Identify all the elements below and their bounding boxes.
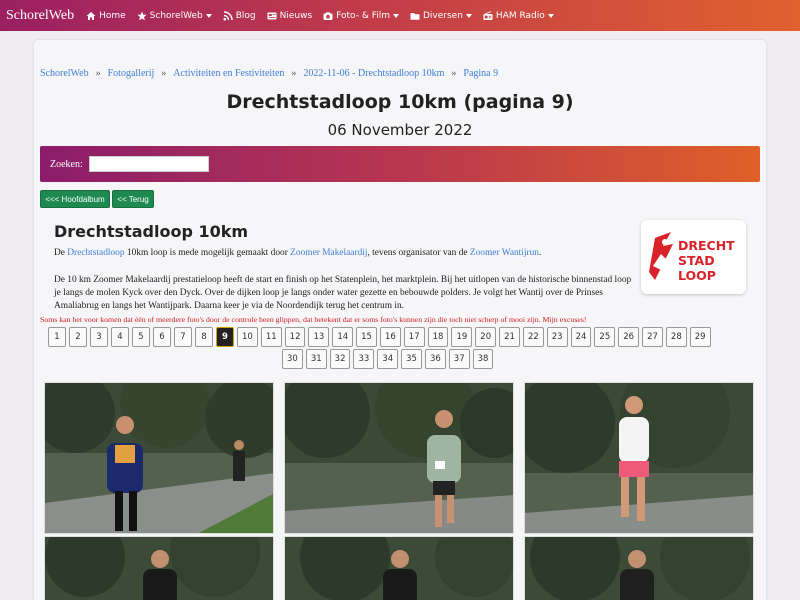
page-button-4[interactable]: 4 [111, 327, 129, 347]
page-button-38[interactable]: 38 [472, 349, 494, 369]
home-icon [86, 11, 96, 20]
page-button-26[interactable]: 26 [618, 327, 640, 347]
newspaper-icon [267, 12, 277, 19]
nav-schorelweb-dropdown[interactable]: SchorelWeb [137, 11, 212, 21]
search-bar: Zoeken: [40, 146, 760, 182]
pagination-row-2: 30 31 32 33 34 35 36 37 38 [282, 349, 494, 369]
page-button-30[interactable]: 30 [282, 349, 303, 369]
page-button-34[interactable]: 34 [377, 349, 399, 369]
folder-icon [410, 12, 420, 20]
hoofdalbum-button[interactable]: <<< Hoofdalbum [40, 190, 110, 208]
svg-text:STAD: STAD [678, 253, 715, 268]
nav-nieuws[interactable]: Nieuws [267, 11, 312, 21]
back-button[interactable]: << Terug [112, 190, 154, 208]
breadcrumb-schorelweb[interactable]: SchorelWeb [40, 68, 89, 79]
intro-paragraph-1: De Drechtstadloop 10km loop is mede moge… [54, 248, 542, 258]
page-button-10[interactable]: 10 [237, 327, 258, 347]
page-button-3[interactable]: 3 [90, 327, 108, 347]
photo-thumbnail[interactable] [44, 382, 274, 534]
nav-ham-radio-dropdown[interactable]: HAM Radio [483, 11, 554, 21]
page-button-15[interactable]: 15 [356, 327, 377, 347]
page-button-14[interactable]: 14 [332, 327, 354, 347]
breadcrumb-activiteiten[interactable]: Activiteiten en Festiviteiten [173, 68, 284, 79]
page-button-19[interactable]: 19 [451, 327, 473, 347]
page-button-27[interactable]: 27 [642, 327, 663, 347]
breadcrumb-current-page[interactable]: Pagina 9 [463, 68, 498, 79]
logo-graphic: DRECHT STAD LOOP [649, 232, 735, 283]
runner-photo-2 [285, 383, 513, 533]
zoomer-makelaardij-link[interactable]: Zoomer Makelaardij [290, 248, 367, 258]
nav-diversen-dropdown[interactable]: Diversen [410, 11, 472, 21]
zoomer-wantijrun-link[interactable]: Zoomer Wantijrun [470, 248, 539, 258]
breadcrumb: SchorelWeb» Fotogallerij» Activiteiten e… [40, 68, 499, 79]
page-button-36[interactable]: 36 [424, 349, 446, 369]
page-button-5[interactable]: 5 [132, 327, 150, 347]
photo-thumbnail[interactable] [524, 382, 754, 534]
photo-thumbnail[interactable] [284, 382, 514, 534]
page-title: Drechtstadloop 10km (pagina 9) [226, 91, 574, 113]
chevron-down-icon [465, 13, 472, 18]
page-button-1[interactable]: 1 [48, 327, 66, 347]
search-input[interactable] [88, 156, 209, 172]
intro-paragraph-2: De 10 km Zoomer Makelaardij prestatieloo… [54, 275, 632, 311]
page-button-9[interactable]: 9 [216, 327, 234, 347]
drechtstadloop-link[interactable]: Drechtstadloop [67, 248, 124, 258]
page-button-18[interactable]: 18 [427, 327, 449, 347]
section-title: Drechtstadloop 10km [54, 222, 249, 241]
brand-link[interactable]: SchorelWeb [0, 8, 74, 24]
page-date: 06 November 2022 [327, 121, 473, 139]
page-button-23[interactable]: 23 [546, 327, 568, 347]
star-icon [137, 11, 147, 20]
breadcrumb-fotogallerij[interactable]: Fotogallerij [108, 68, 155, 79]
chevron-down-icon [392, 13, 399, 18]
page-button-37[interactable]: 37 [448, 349, 470, 369]
photo-thumbnail[interactable] [524, 536, 754, 600]
radio-icon [483, 10, 493, 20]
pagination-row-1: 1 2 3 4 5 6 7 8 9 10 11 12 13 14 15 16 17 18 19 20 21 22 23 24 2… [48, 327, 711, 347]
page-button-2[interactable]: 2 [69, 327, 87, 347]
top-navbar: SchorelWeb Home SchorelWeb Blog Nieuws F… [0, 0, 800, 31]
nav-blog[interactable]: Blog [223, 11, 256, 21]
photo-thumbnail[interactable] [44, 536, 274, 600]
chevron-down-icon [205, 13, 212, 18]
page-button-6[interactable]: 6 [153, 327, 171, 347]
runner-photo-5 [285, 537, 513, 600]
page-button-31[interactable]: 31 [305, 349, 327, 369]
runner-photo-3 [525, 383, 753, 533]
runner-photo-6 [525, 537, 753, 600]
page-button-32[interactable]: 32 [329, 349, 351, 369]
page-button-16[interactable]: 16 [379, 327, 401, 347]
page-button-35[interactable]: 35 [401, 349, 422, 369]
svg-text:DRECHT: DRECHT [678, 238, 735, 253]
photo-thumbnail[interactable] [284, 536, 514, 600]
drechtstadloop-logo: DRECHT STAD LOOP [641, 220, 746, 294]
page-button-13[interactable]: 13 [308, 327, 330, 347]
nav-home[interactable]: Home [86, 11, 126, 21]
runner-photo-1 [45, 383, 273, 533]
page-button-8[interactable]: 8 [195, 327, 213, 347]
page-button-12[interactable]: 12 [284, 327, 306, 347]
page-button-29[interactable]: 29 [689, 327, 711, 347]
page-button-28[interactable]: 28 [665, 327, 687, 347]
warning-text: Soms kan het voor komen dat één of meerd… [40, 315, 587, 324]
camera-icon [323, 11, 333, 20]
search-label: Zoeken: [50, 158, 83, 170]
breadcrumb-album[interactable]: 2022-11-06 - Drechtstadloop 10km [303, 68, 444, 79]
page-button-24[interactable]: 24 [570, 327, 592, 347]
page-button-33[interactable]: 33 [353, 349, 375, 369]
chevron-down-icon [547, 13, 554, 18]
runner-photo-4 [45, 537, 273, 600]
svg-text:LOOP: LOOP [678, 268, 716, 283]
page-button-7[interactable]: 7 [174, 327, 192, 347]
page-button-20[interactable]: 20 [475, 327, 497, 347]
page-button-21[interactable]: 21 [499, 327, 520, 347]
page-button-17[interactable]: 17 [403, 327, 425, 347]
rss-icon [223, 10, 233, 20]
page-button-22[interactable]: 22 [522, 327, 544, 347]
nav-foto-film-dropdown[interactable]: Foto- & Film [323, 11, 399, 21]
page-button-11[interactable]: 11 [260, 327, 282, 347]
page-button-25[interactable]: 25 [594, 327, 616, 347]
